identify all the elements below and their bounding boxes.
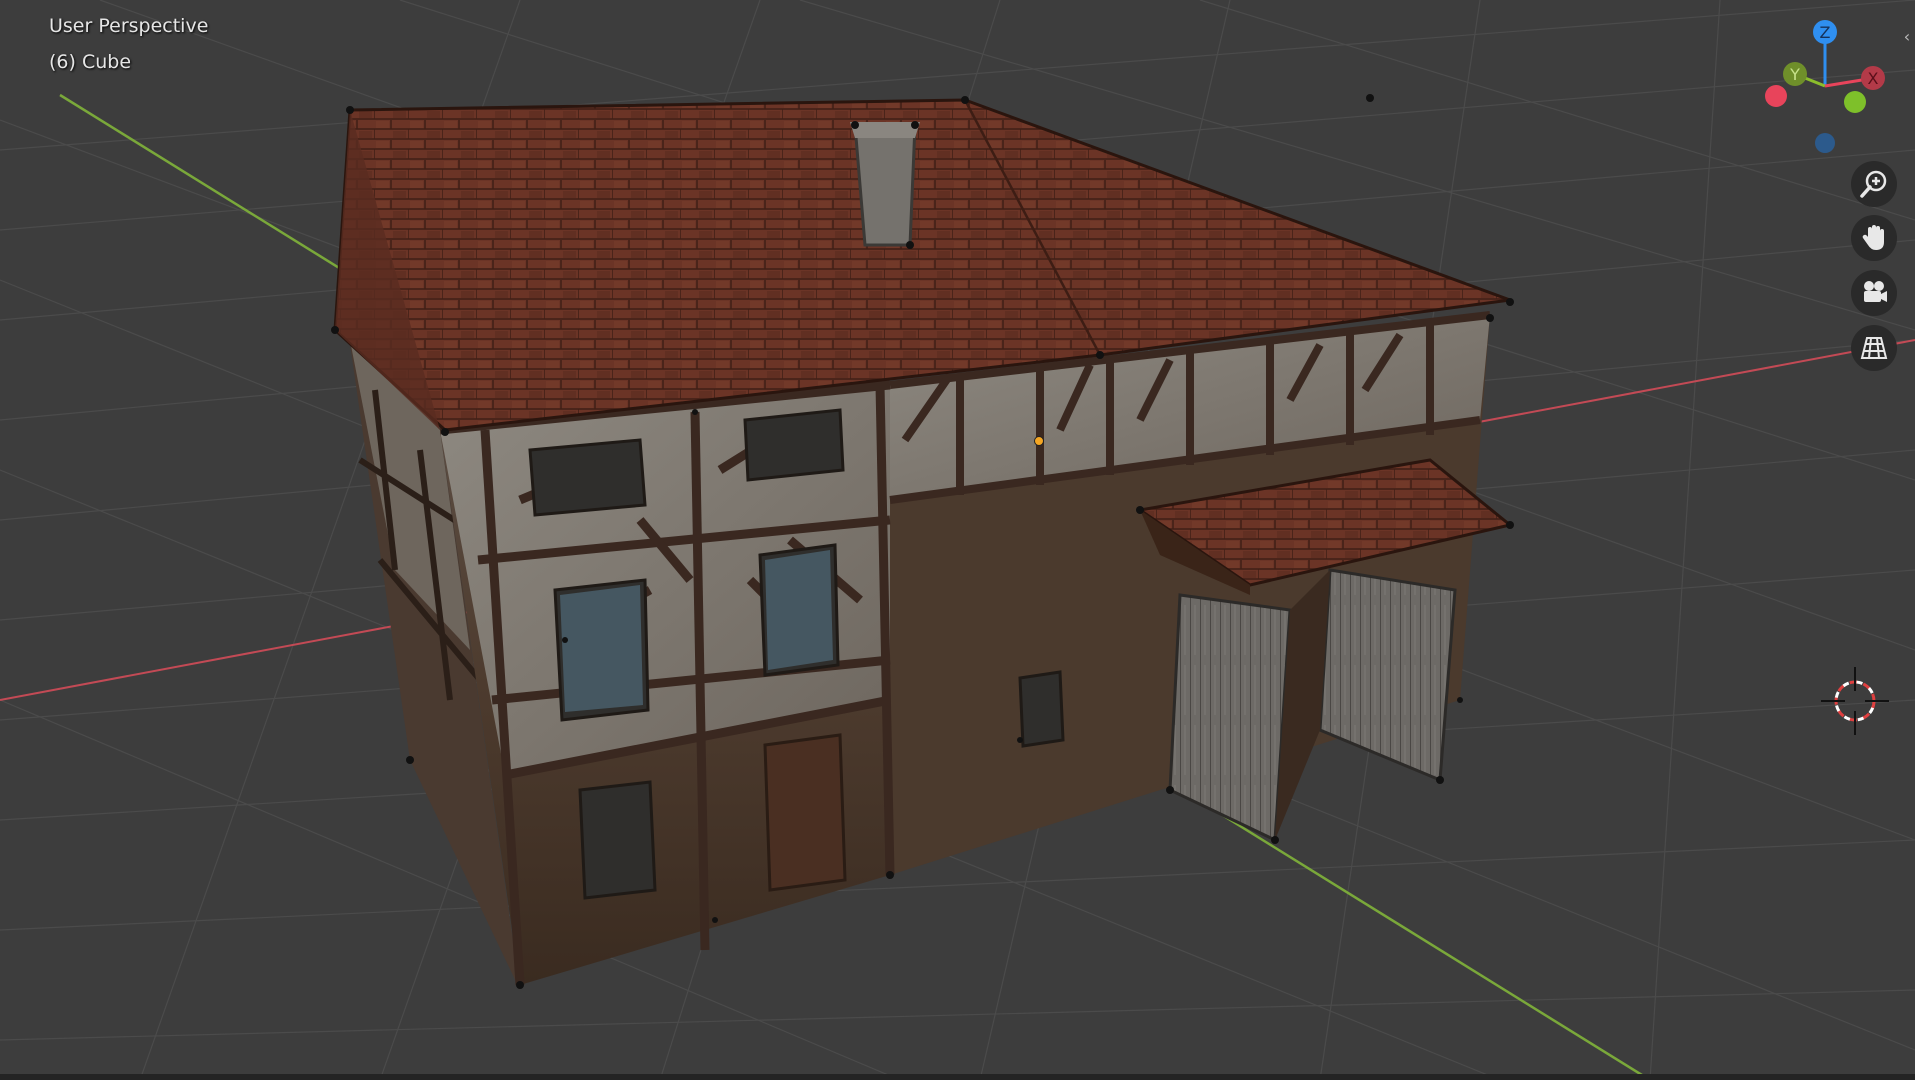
navigation-gizmo: Z Y X <box>1765 20 1885 153</box>
gizmo-y-label: Y <box>1789 65 1800 84</box>
3d-cursor-icon <box>1821 667 1889 735</box>
house-model <box>331 94 1514 990</box>
3d-viewport[interactable]: Z Y X User Perspective (6) Cube ‹ <box>0 0 1915 1080</box>
zoom-in-icon <box>1860 170 1887 198</box>
orthographic-toggle-button[interactable] <box>1851 325 1897 371</box>
viewport-bottom-edge <box>0 1074 1915 1080</box>
grid-icon <box>1860 337 1888 359</box>
camera-icon <box>1864 281 1887 302</box>
gizmo-x-neg <box>1765 85 1787 107</box>
gizmo-z-neg <box>1815 133 1835 153</box>
pan-button[interactable] <box>1851 215 1897 261</box>
gizmo-y-neg <box>1844 91 1866 113</box>
scene-canvas[interactable]: Z Y X <box>0 0 1915 1080</box>
camera-view-button[interactable] <box>1851 270 1897 316</box>
gizmo-x-label: X <box>1868 69 1879 88</box>
zoom-button[interactable] <box>1851 161 1897 207</box>
active-object-info: (6) Cube <box>49 51 132 73</box>
hand-icon <box>1862 225 1884 250</box>
gizmo-z-label: Z <box>1820 23 1831 42</box>
sidebar-toggle-chevron-icon[interactable]: ‹ <box>1900 26 1914 48</box>
object-origin <box>1034 436 1044 446</box>
view-name: User Perspective <box>49 15 209 37</box>
